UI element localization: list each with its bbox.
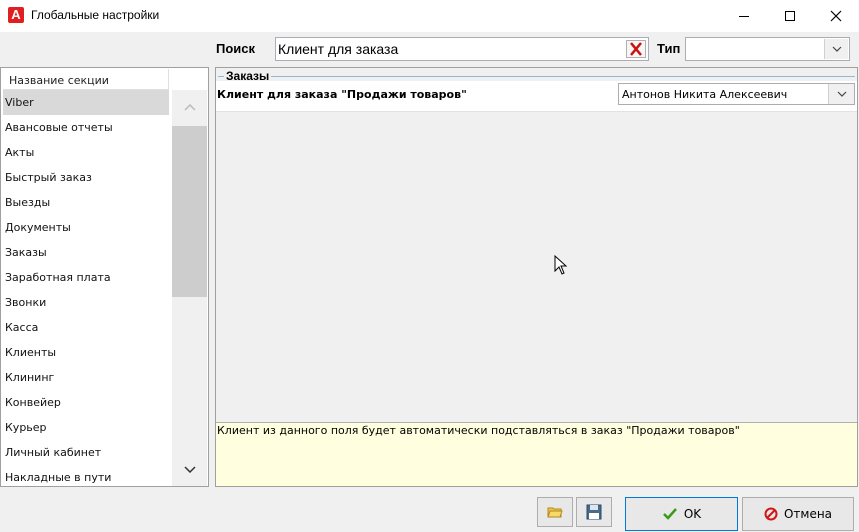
chevron-down-icon: [183, 465, 196, 473]
ok-button[interactable]: OK: [625, 497, 738, 531]
cancel-button[interactable]: Отмена: [742, 497, 854, 531]
ok-label: OK: [683, 507, 702, 521]
open-folder-button[interactable]: [537, 497, 573, 527]
section-item[interactable]: Клининг: [3, 365, 169, 390]
maximize-button[interactable]: [767, 0, 813, 32]
window-title: Глобальные настройки: [31, 8, 160, 22]
section-item[interactable]: Личный кабинет: [3, 440, 169, 465]
section-item[interactable]: Касса: [3, 315, 169, 340]
section-list-panel: Название секции Viber Авансовые отчеты А…: [0, 67, 209, 487]
section-item[interactable]: Выезды: [3, 190, 169, 215]
section-list-scrollbar[interactable]: [172, 90, 207, 486]
app-logo-icon: A: [8, 7, 24, 23]
chevron-down-icon: [832, 46, 841, 52]
section-item[interactable]: Звонки: [3, 290, 169, 315]
scroll-thumb[interactable]: [172, 126, 207, 297]
client-select[interactable]: Антонов Никита Алексеевич: [618, 83, 855, 105]
search-box: [275, 37, 649, 61]
minimize-icon: [739, 15, 749, 17]
section-item[interactable]: Курьер: [3, 415, 169, 440]
section-column-header[interactable]: Название секции: [3, 69, 169, 90]
scroll-up-button[interactable]: [172, 90, 207, 124]
section-item[interactable]: Viber: [3, 90, 169, 115]
close-icon: [830, 10, 842, 22]
save-disk-icon: [586, 504, 602, 520]
section-item[interactable]: Накладные в пути: [3, 465, 169, 486]
section-item[interactable]: Клиенты: [3, 340, 169, 365]
title-bar: A Глобальные настройки: [0, 0, 859, 32]
chevron-down-icon: [837, 91, 846, 97]
search-label: Поиск: [216, 41, 256, 56]
section-item[interactable]: Авансовые отчеты: [3, 115, 169, 140]
minimize-button[interactable]: [721, 0, 767, 32]
dialog-button-bar: OK Отмена: [0, 489, 859, 532]
folder-icon: [547, 507, 563, 518]
settings-panel: Заказы Клиент для заказа "Продажи товаро…: [215, 67, 858, 487]
client-dropdown-button[interactable]: [828, 84, 854, 104]
close-button[interactable]: [813, 0, 859, 32]
client-select-value: Антонов Никита Алексеевич: [622, 88, 788, 101]
setting-row: Клиент для заказа "Продажи товаров" Анто…: [216, 81, 857, 112]
group-divider: [218, 76, 855, 77]
save-button[interactable]: [576, 497, 612, 527]
section-item[interactable]: Заработная плата: [3, 265, 169, 290]
section-item[interactable]: Заказы: [3, 240, 169, 265]
search-input[interactable]: [278, 40, 618, 58]
cancel-label: Отмена: [783, 507, 833, 521]
section-list: Viber Авансовые отчеты Акты Быстрый зака…: [3, 90, 169, 486]
setting-description: Клиент из данного поля будет автоматичес…: [216, 422, 857, 486]
scroll-down-button[interactable]: [172, 452, 207, 486]
cancel-icon: [764, 507, 778, 521]
section-item[interactable]: Документы: [3, 215, 169, 240]
type-dropdown-button[interactable]: [824, 39, 848, 59]
type-select[interactable]: [685, 37, 850, 61]
clear-search-button[interactable]: [626, 40, 646, 58]
maximize-icon: [785, 11, 795, 21]
chevron-up-icon: [183, 103, 196, 111]
setting-label: Клиент для заказа "Продажи товаров": [217, 88, 467, 101]
mouse-cursor-icon: [554, 255, 568, 275]
clear-x-icon: [630, 42, 642, 56]
checkmark-icon: [662, 508, 677, 520]
type-label: Тип: [657, 41, 681, 56]
section-item[interactable]: Акты: [3, 140, 169, 165]
section-item[interactable]: Конвейер: [3, 390, 169, 415]
section-item[interactable]: Быстрый заказ: [3, 165, 169, 190]
